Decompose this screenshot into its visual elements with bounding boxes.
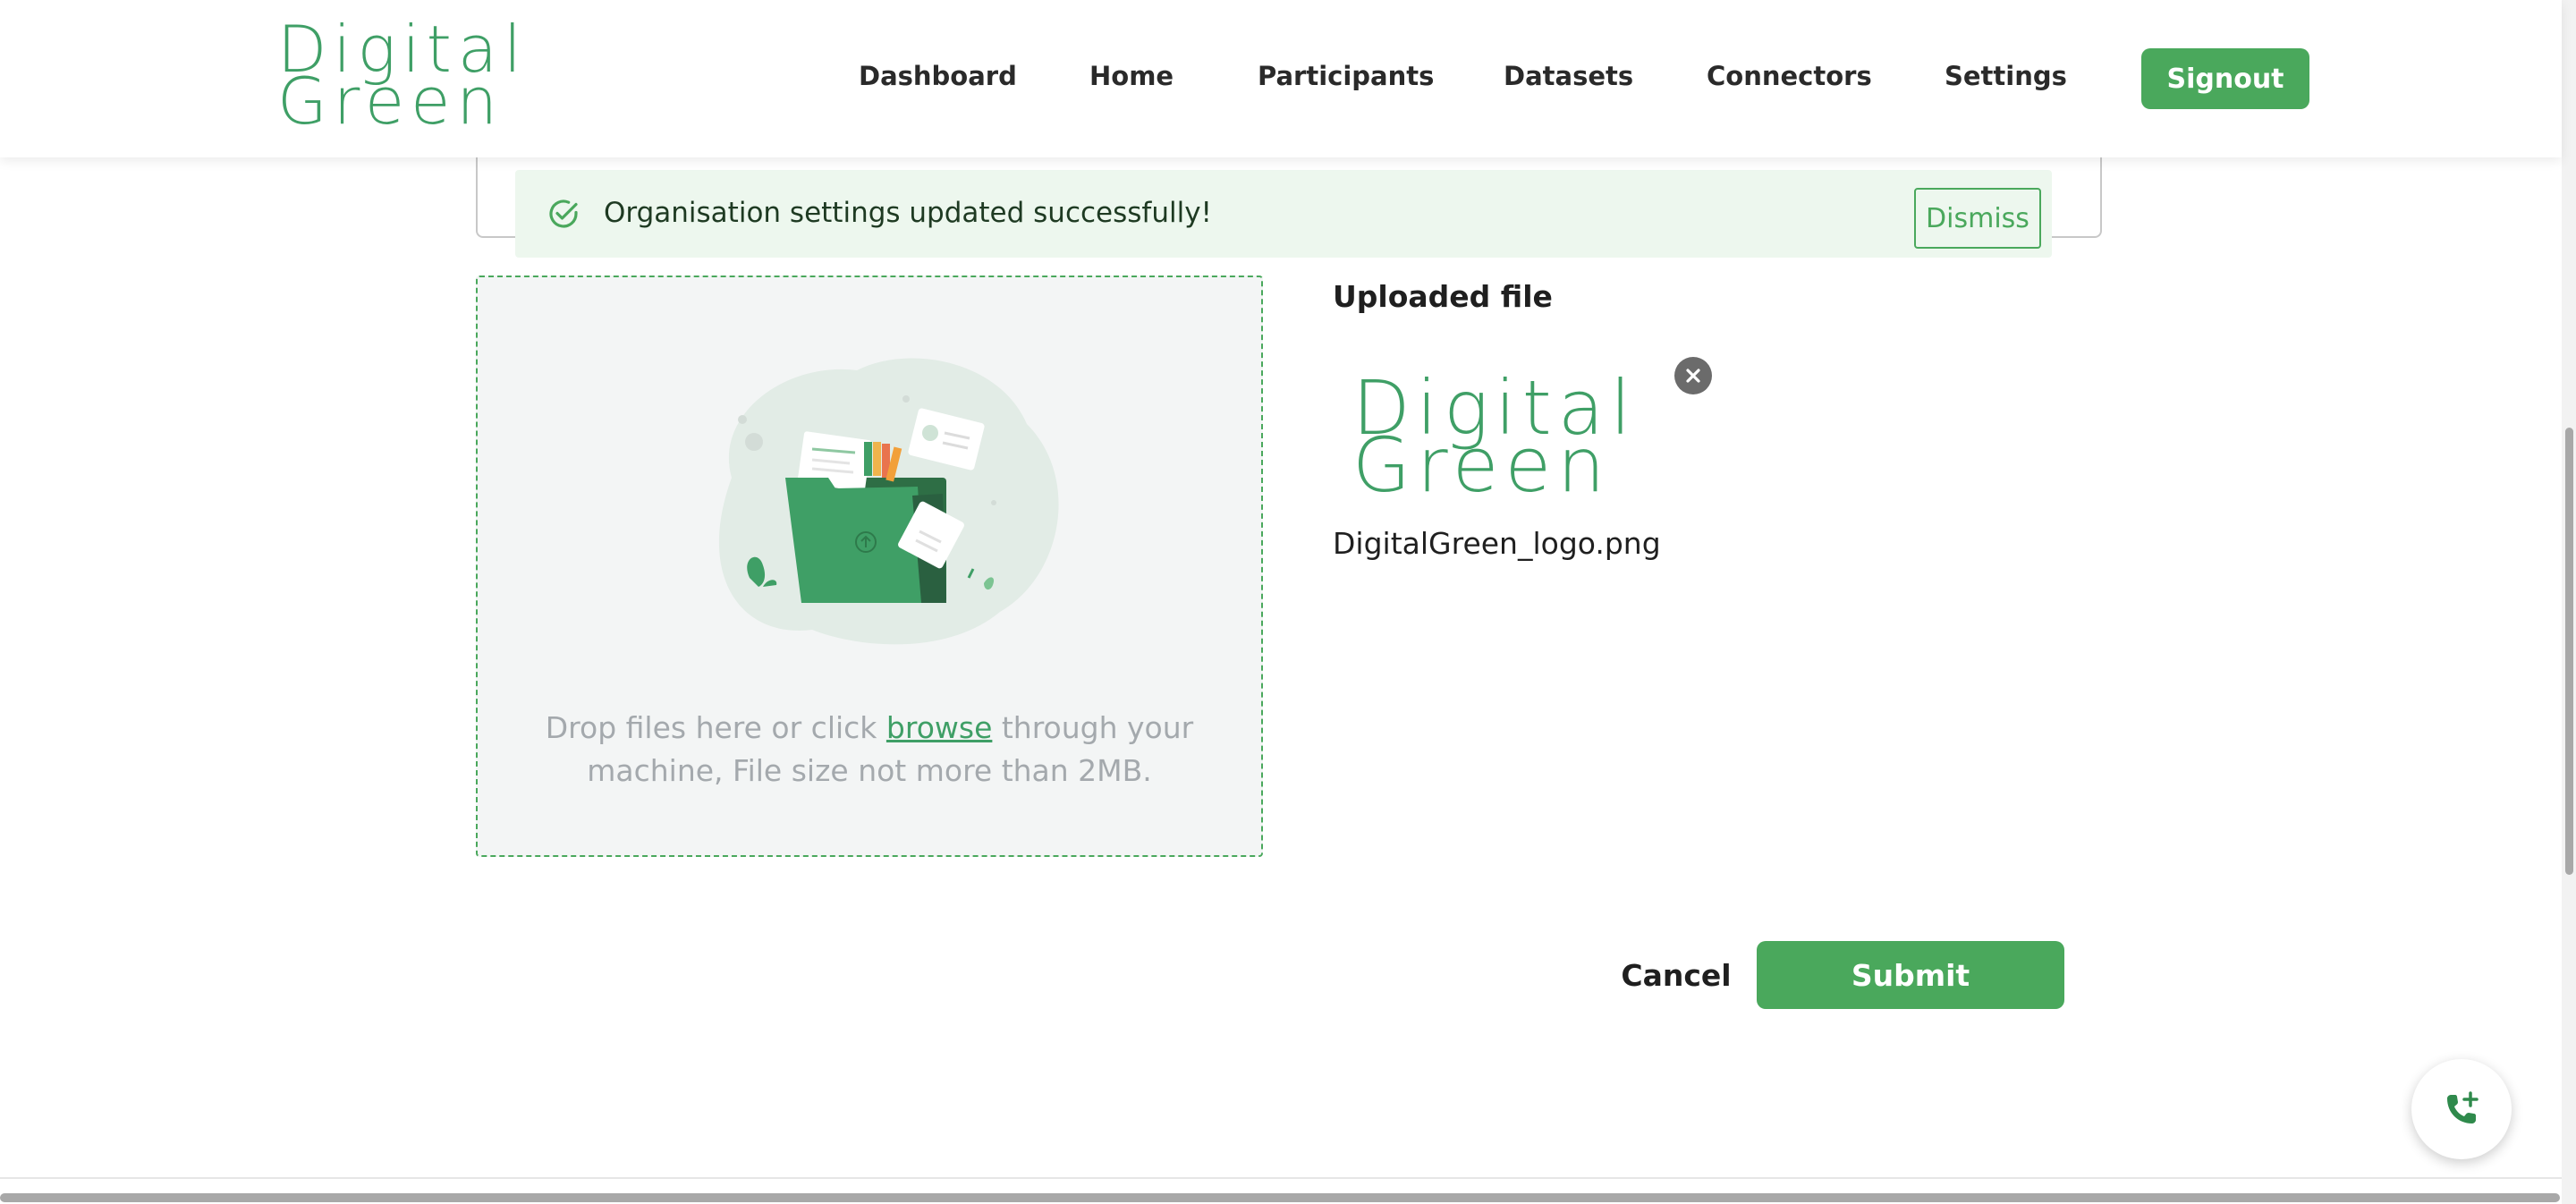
preview-line-2: Green [1352,421,1612,509]
nav-dashboard[interactable]: Dashboard [859,61,1017,91]
close-icon [1686,369,1700,383]
uploaded-file-preview: Digital Green [1352,370,1638,509]
nav-home[interactable]: Home [1089,61,1174,91]
dropzone-text-before: Drop files here or click [545,710,886,745]
uploaded-file-title: Uploaded file [1333,279,1553,314]
cancel-button[interactable]: Cancel [1610,941,1742,1009]
horizontal-scrollbar-thumb[interactable] [0,1193,2560,1202]
alert-message: Organisation settings updated successful… [604,197,1212,229]
page: Digital Green Dashboard Home Participant… [0,0,2576,1204]
nav-participants[interactable]: Participants [1258,61,1434,91]
remove-file-button[interactable] [1674,357,1712,394]
horizontal-divider [0,1177,2562,1179]
submit-button[interactable]: Submit [1757,941,2064,1009]
nav-connectors[interactable]: Connectors [1707,61,1872,91]
browse-link[interactable]: browse [886,710,992,745]
dismiss-button[interactable]: Dismiss [1914,188,2041,249]
file-dropzone[interactable]: Drop files here or click browse through … [476,276,1263,857]
folder-upload-illustration [718,358,1059,645]
top-navbar: Digital Green Dashboard Home Participant… [0,0,2562,157]
vertical-scrollbar-thumb[interactable] [2565,428,2573,875]
success-alert: Organisation settings updated successful… [515,170,2052,258]
brand-logo[interactable]: Digital Green [277,17,528,139]
nav-settings[interactable]: Settings [1945,61,2067,91]
logo-line-2: Green [277,64,504,139]
phone-add-icon [2447,1091,2479,1123]
uploaded-file-name: DigitalGreen_logo.png [1333,526,1661,561]
signout-button[interactable]: Signout [2141,48,2309,109]
call-support-button[interactable] [2411,1059,2512,1159]
nav-datasets[interactable]: Datasets [1504,61,1633,91]
dropzone-instructions: Drop files here or click browse through … [513,707,1225,793]
check-circle-icon [549,199,578,228]
